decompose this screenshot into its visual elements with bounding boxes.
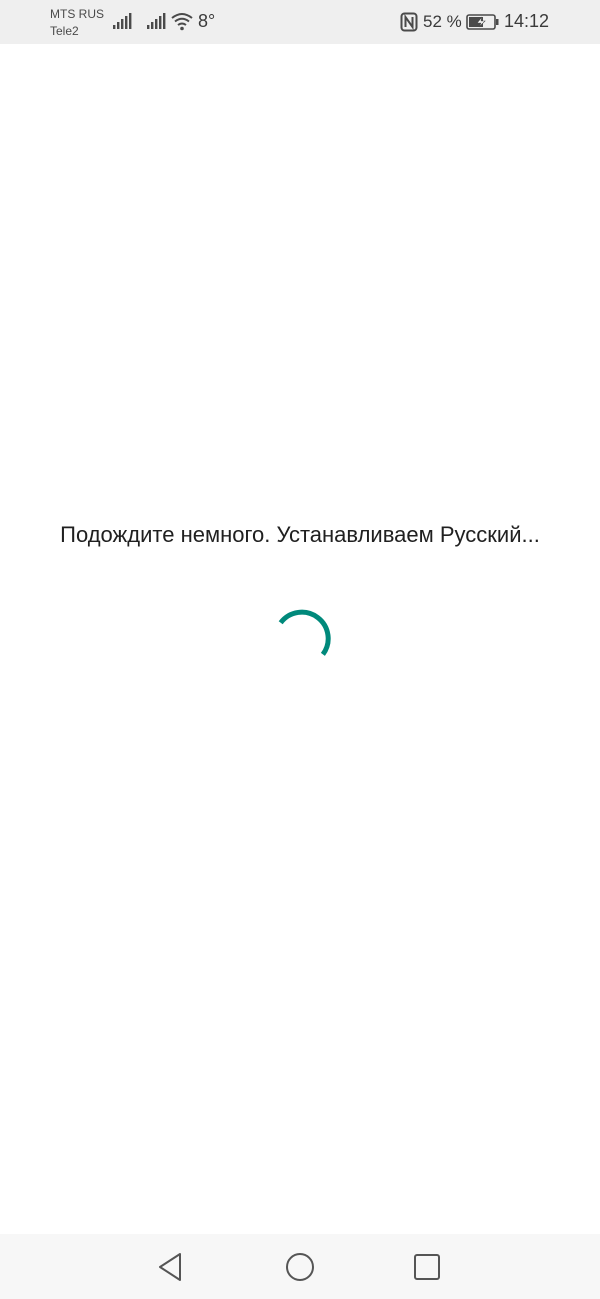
status-bar: MTS RUS Tele2 8° 52 % 14:12: [0, 0, 600, 44]
battery-charging-icon: [466, 14, 499, 30]
loading-message: Подождите немного. Устанавливаем Русский…: [60, 522, 540, 547]
loading-spinner: [278, 609, 331, 656]
carrier-info: MTS RUS Tele2: [50, 6, 104, 40]
temperature: 8°: [198, 11, 216, 31]
carrier-secondary: Tele2: [50, 24, 79, 38]
carrier-primary: MTS RUS: [50, 7, 104, 21]
signal-icon: [113, 13, 132, 29]
wifi-icon: [171, 13, 193, 31]
recent-apps-icon[interactable]: [410, 1250, 444, 1284]
navigation-bar: [0, 1234, 600, 1299]
signal-icon: [147, 13, 166, 29]
battery-percent: 52 %: [423, 12, 462, 31]
screen: MTS RUS Tele2 8° 52 % 14:12 Подождите не…: [0, 0, 600, 1299]
clock: 14:12: [504, 11, 550, 31]
back-icon[interactable]: [154, 1250, 188, 1284]
nfc-icon: [400, 12, 418, 32]
home-icon[interactable]: [283, 1250, 317, 1284]
